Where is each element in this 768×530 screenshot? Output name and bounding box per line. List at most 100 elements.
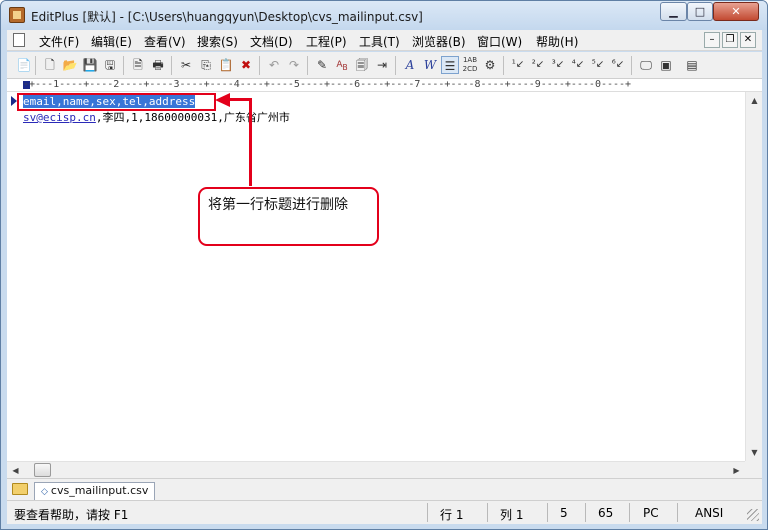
tool3-icon[interactable]: ³↙ xyxy=(549,56,567,74)
menu-view[interactable]: 查看(V) xyxy=(144,33,186,50)
menu-edit[interactable]: 编辑(E) xyxy=(91,33,132,50)
scroll-down-icon[interactable]: ▼ xyxy=(746,444,763,461)
status-encoding: ANSI xyxy=(695,506,724,520)
toolbar-separator xyxy=(395,56,396,75)
menu-bar: 文件(F) 编辑(E) 查看(V) 搜索(S) 文档(D) 工程(P) 工具(T… xyxy=(7,30,762,51)
status-separator xyxy=(547,503,548,522)
status-selection: 5 xyxy=(560,506,568,520)
view-icon[interactable]: ▣ xyxy=(657,56,675,74)
ruler-scale: -+---1----+----2----+----3----+----4----… xyxy=(23,79,632,90)
line-number-icon[interactable]: 1AB 2CD xyxy=(461,56,479,74)
ruler: -+---1----+----2----+----3----+----4----… xyxy=(7,79,762,92)
delete-icon[interactable]: ✖ xyxy=(237,56,255,74)
menu-file[interactable]: 文件(F) xyxy=(39,33,79,50)
tool6-icon[interactable]: ⁶↙ xyxy=(609,56,627,74)
status-column: 列 1 xyxy=(500,508,524,522)
toolbar-separator xyxy=(307,56,308,75)
extra-icon[interactable]: ▤ xyxy=(683,56,701,74)
redo-icon[interactable]: ↷ xyxy=(285,56,303,74)
tool1-icon[interactable]: ¹↙ xyxy=(509,56,527,74)
menu-search[interactable]: 搜索(S) xyxy=(197,33,238,50)
tab-label: cvs_mailinput.csv xyxy=(50,484,149,497)
highlight-icon[interactable]: ✎ xyxy=(313,56,331,74)
open-icon[interactable]: 📂 xyxy=(61,56,79,74)
status-char-count: 65 xyxy=(598,506,614,520)
new-html-icon[interactable]: 🗋 xyxy=(41,56,59,74)
settings-icon[interactable]: ⚙ xyxy=(481,56,499,74)
toolbar-separator xyxy=(123,56,124,75)
horizontal-scrollbar[interactable]: ◀ ▶ xyxy=(7,461,745,478)
tool2-icon[interactable]: ²↙ xyxy=(529,56,547,74)
menu-document[interactable]: 文档(D) xyxy=(250,33,293,50)
status-separator xyxy=(629,503,630,522)
maximize-button[interactable]: □ xyxy=(687,2,713,21)
save-icon[interactable]: 💾 xyxy=(81,56,99,74)
folder-icon[interactable] xyxy=(12,483,28,495)
annotation-arrow-head xyxy=(215,93,230,107)
window-title: EditPlus [默认] - [C:\Users\huangqyun\Desk… xyxy=(31,10,423,24)
toolbar-separator xyxy=(35,56,36,75)
annotation-callout: 将第一行标题进行删除 xyxy=(198,187,379,246)
scroll-up-icon[interactable]: ▲ xyxy=(746,92,763,109)
menu-tools[interactable]: 工具(T) xyxy=(359,33,400,50)
menu-window[interactable]: 窗口(W) xyxy=(477,33,522,50)
status-line-ending: PC xyxy=(643,506,659,520)
replace-icon[interactable]: AB xyxy=(333,56,351,74)
word-wrap-icon[interactable]: W xyxy=(421,56,439,74)
vertical-scrollbar[interactable]: ▲ ▼ xyxy=(745,92,762,461)
status-help-text: 要查看帮助，请按 F1 xyxy=(14,508,129,522)
annotation-arrow-line xyxy=(249,98,252,186)
status-bar: 要查看帮助，请按 F1 行 1 列 1 5 65 PC ANSI xyxy=(7,500,762,524)
cut-icon[interactable]: ✂ xyxy=(177,56,195,74)
mdi-restore-button[interactable]: ❐ xyxy=(722,32,738,48)
email-link[interactable]: sv@ecisp.cn xyxy=(23,111,96,124)
menu-project[interactable]: 工程(P) xyxy=(306,33,347,50)
toolbar-separator xyxy=(171,56,172,75)
tool5-icon[interactable]: ⁵↙ xyxy=(589,56,607,74)
scrollbar-corner xyxy=(745,461,762,478)
editor-area[interactable]: email,name,sex,tel,address sv@ecisp.cn,李… xyxy=(7,92,745,461)
resize-grip-icon[interactable] xyxy=(747,509,759,521)
document-icon[interactable] xyxy=(13,33,25,47)
close-button[interactable]: ✕ xyxy=(713,2,759,21)
copy-icon[interactable]: ⎘ xyxy=(197,56,215,74)
line-2-text: ,李四,1,18600000031,广东省广州市 xyxy=(95,111,290,124)
status-separator xyxy=(427,503,428,522)
mdi-close-button[interactable]: ✕ xyxy=(740,32,756,48)
toolbar-separator xyxy=(631,56,632,75)
annotation-highlight-box xyxy=(17,93,216,111)
new-file-icon[interactable]: 📄 xyxy=(15,56,33,74)
status-row: 行 1 xyxy=(440,508,464,522)
status-separator xyxy=(677,503,678,522)
status-separator xyxy=(585,503,586,522)
paste-icon[interactable]: 📋 xyxy=(217,56,235,74)
status-separator xyxy=(487,503,488,522)
font-icon[interactable]: A xyxy=(401,56,419,74)
editplus-app-icon[interactable] xyxy=(9,7,25,23)
minimize-button[interactable]: ▁ xyxy=(660,2,687,21)
undo-icon[interactable]: ↶ xyxy=(265,56,283,74)
file-tab-icon: ◇ xyxy=(41,487,48,497)
tab-cvs-mailinput[interactable]: ◇ cvs_mailinput.csv xyxy=(34,482,156,500)
editplus-window: EditPlus [默认] - [C:\Users\huangqyun\Desk… xyxy=(0,0,768,530)
toolbar-separator xyxy=(259,56,260,75)
toolbar-separator xyxy=(503,56,504,75)
print-icon[interactable]: 🖶 xyxy=(149,56,167,74)
title-bar: EditPlus [默认] - [C:\Users\huangqyun\Desk… xyxy=(1,1,767,30)
scroll-right-icon[interactable]: ▶ xyxy=(728,462,745,479)
toolbar: 📄 🗋 📂 💾 🖫 🗎 🖶 ✂ ⎘ 📋 ✖ ↶ ↷ ✎ AB 🗐 ⇥ A W ☰… xyxy=(7,52,762,79)
annotation-arrow-line xyxy=(229,98,251,101)
line-wrap-icon[interactable]: ☰ xyxy=(441,56,459,74)
browser-icon[interactable]: 🖵 xyxy=(637,56,655,74)
indent-icon[interactable]: ⇥ xyxy=(373,56,391,74)
print-preview-icon[interactable]: 🗎 xyxy=(129,56,147,74)
clipboard-icon[interactable]: 🗐 xyxy=(353,56,371,74)
menu-browser[interactable]: 浏览器(B) xyxy=(412,33,466,50)
tool4-icon[interactable]: ⁴↙ xyxy=(569,56,587,74)
menu-help[interactable]: 帮助(H) xyxy=(536,33,578,50)
scroll-left-icon[interactable]: ◀ xyxy=(7,462,24,479)
horizontal-scroll-thumb[interactable] xyxy=(34,463,51,477)
document-tab-bar: ◇ cvs_mailinput.csv xyxy=(7,478,762,500)
save-all-icon[interactable]: 🖫 xyxy=(101,56,119,74)
mdi-minimize-button[interactable]: – xyxy=(704,32,720,48)
